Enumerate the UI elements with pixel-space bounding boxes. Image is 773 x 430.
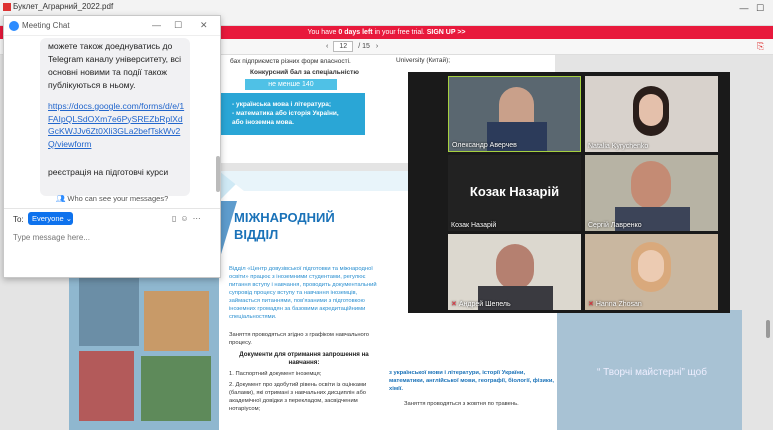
page-number-input[interactable]: 12	[333, 41, 354, 52]
page-fragment-top: бах підприємств різних форм власності.	[230, 58, 351, 65]
zoom-logo-icon	[9, 21, 19, 31]
participant-name-text: Hanna Zhosan	[595, 301, 642, 308]
mic-muted-icon: ✕	[451, 301, 457, 308]
page-navigator: ‹ 12 / 15 ›	[326, 41, 378, 52]
right-bottom-schedule: Заняття проводяться з жовтня по травень.	[404, 401, 519, 407]
participant-tile[interactable]: Сергій Лавренко	[585, 155, 718, 231]
maximize-icon[interactable]: ☐	[174, 20, 182, 31]
recipient-dropdown[interactable]: Everyone ⌄	[28, 212, 73, 225]
doc-2: 2. Документ про здобутий рівень освіти і…	[229, 382, 367, 412]
pdf-scrollbar[interactable]	[766, 320, 770, 338]
doc-1: 1. Паспортний документ іноземця;	[229, 371, 322, 377]
video-gallery: Олександр Аверчев Natalia Kyrychenko Коз…	[408, 72, 730, 313]
chat-message-text-2: реєстрація на підготовчі курси	[48, 167, 169, 177]
right-bottom-subjects: з української мови і літератури, історії…	[389, 370, 555, 392]
to-label: To:	[13, 215, 24, 224]
participant-name: ✕ Hanna Zhosan	[588, 300, 642, 308]
international-title-line1: МІЖНАРОДНИЙ	[234, 210, 335, 225]
chat-title: Meeting Chat	[22, 21, 70, 30]
pdf-app-icon	[3, 3, 11, 11]
minimize-icon[interactable]: —	[152, 20, 161, 30]
trial-days: 0 days left	[338, 29, 373, 36]
participant-name-placeholder: Козак Назарій	[469, 184, 560, 199]
trial-text-post: in your free trial.	[372, 29, 425, 36]
participant-tile[interactable]: ✕ Hanna Zhosan	[585, 234, 718, 310]
maximize-button[interactable]: ☐	[753, 2, 767, 14]
international-title: МІЖНАРОДНИЙ ВІДДІЛ	[234, 209, 335, 243]
pdf-page-right: “ Творчі майстерні” щоб	[557, 310, 742, 430]
minimize-button[interactable]: —	[737, 2, 751, 14]
next-page-icon[interactable]: ›	[376, 43, 378, 50]
participant-name: Козак Назарій	[451, 222, 497, 229]
participant-tile[interactable]: Козак Назарій Козак Назарій	[448, 155, 581, 231]
participant-tile[interactable]: Natalia Kyrychenko	[585, 76, 718, 152]
participant-tile[interactable]: ✕ Андрей Шепель	[448, 234, 581, 310]
chat-divider	[4, 208, 220, 209]
pdf-file-title: Буклет_Аграрний_2022.pdf	[13, 2, 114, 11]
chat-scrollbar[interactable]	[216, 156, 220, 192]
who-can-see-text: Who can see your messages?	[67, 194, 169, 203]
video-feed-face	[638, 250, 664, 282]
video-feed	[496, 244, 534, 290]
close-icon[interactable]: ✕	[200, 20, 208, 31]
prev-page-icon[interactable]: ‹	[326, 43, 328, 50]
subject-1: - українська мова і література;	[232, 101, 332, 108]
body-intro: Відділ «Центр довузівської підготовки та…	[229, 266, 377, 320]
pdf-tool-icon[interactable]: ⎘	[757, 41, 764, 52]
chevron-down-icon: ⌄	[65, 214, 73, 223]
chat-message-link[interactable]: https://docs.google.com/forms/d/e/1FAIpQ…	[48, 100, 188, 150]
competitive-score-heading: Конкурсний бал за спеціальністю	[250, 69, 359, 76]
page-watermark-text: “ Творчі майстерні” щоб	[597, 367, 707, 378]
docs-heading: Документи для отримання запрошення на на…	[239, 351, 369, 366]
participant-name: ✕ Андрей Шепель	[451, 300, 511, 308]
chat-header: Meeting Chat — ☐ ✕	[4, 16, 220, 36]
subject-2: - математика або історія України,	[232, 110, 339, 117]
meeting-chat-window: Meeting Chat — ☐ ✕ можете також доеднува…	[3, 15, 221, 278]
trial-text-pre: You have	[307, 29, 339, 36]
video-feed	[631, 161, 671, 209]
chat-toolbar: ▯☺⋯	[172, 214, 205, 223]
schedule-note: Заняття проводяться згідно з графіком на…	[229, 332, 369, 346]
page-total: / 15	[358, 43, 370, 50]
min-score-badge: не менше 140	[245, 79, 337, 90]
participant-name: Natalia Kyrychenko	[588, 143, 649, 150]
international-title-line2: ВІДДІЛ	[234, 227, 279, 242]
participant-tile[interactable]: Олександр Аверчев	[448, 76, 581, 152]
participant-name-text: Андрей Шепель	[458, 301, 511, 308]
subjects-box: - українська мова і література; - матема…	[220, 93, 365, 135]
more-icon[interactable]: ⋯	[193, 214, 205, 223]
sign-up-link[interactable]: SIGN UP >>	[427, 29, 466, 36]
emoji-icon[interactable]: ☺	[180, 214, 192, 223]
mic-muted-icon: ✕	[588, 301, 594, 308]
video-feed-face	[639, 94, 663, 126]
people-icon: 👥︎	[55, 194, 66, 203]
subject-3: або іноземна мова.	[232, 119, 294, 126]
participant-name: Олександр Аверчев	[452, 142, 517, 149]
who-can-see-link[interactable]: 👥︎ Who can see your messages?	[4, 194, 220, 203]
participant-name: Сергій Лавренко	[588, 222, 642, 229]
chat-message-text: можете також доеднуватись до Telegram ка…	[48, 41, 182, 90]
right-fragment: University (Китай);	[396, 57, 451, 64]
chat-message-input[interactable]: Type message here...	[13, 233, 90, 242]
recipient-value: Everyone	[32, 214, 64, 223]
